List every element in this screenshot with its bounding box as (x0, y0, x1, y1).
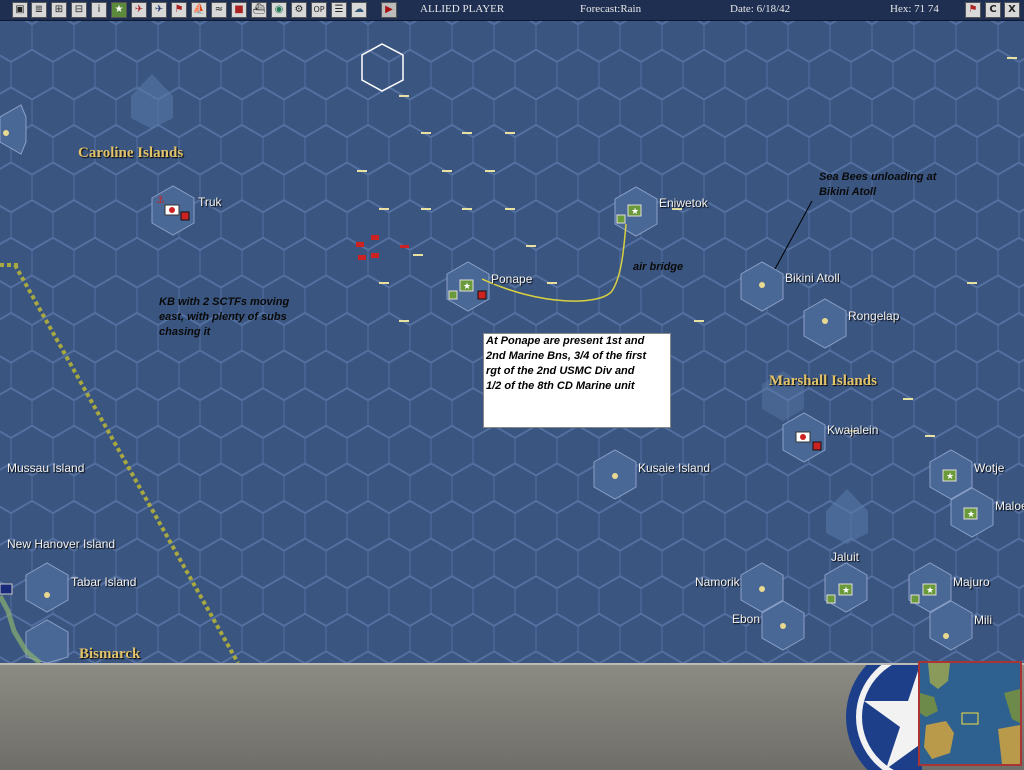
island-marker (759, 282, 765, 288)
island-marker (759, 586, 765, 592)
air-bridge-route (481, 223, 627, 302)
strategic-map[interactable]: ⚓ ★ ★ ★ ★ ★ ★ Caroline Islands Marshall … (0, 21, 1024, 663)
end-turn-icon[interactable]: ▶ (381, 2, 397, 18)
op-icon[interactable]: OP (311, 2, 327, 18)
base-label-truk[interactable]: Truk (198, 195, 222, 209)
base-label-kwajalein[interactable]: Kwajalein (827, 423, 878, 437)
c-icon[interactable]: C (985, 2, 1001, 18)
theater-minimap[interactable] (918, 661, 1022, 766)
svg-text:★: ★ (842, 586, 850, 596)
base-label-tabar[interactable]: Tabar Island (71, 575, 136, 589)
svg-text:★: ★ (967, 510, 975, 520)
base-label-majuro[interactable]: Majuro (953, 575, 990, 589)
base-hex-west (0, 104, 27, 155)
list-icon[interactable]: ☰ (331, 2, 347, 18)
seabees-note: Sea Bees unloading at Bikini Atoll (819, 170, 936, 200)
region-label-caroline: Caroline Islands (78, 145, 184, 161)
base-label-eniwetok[interactable]: Eniwetok (659, 196, 708, 210)
japanese-ship-marker (400, 245, 409, 248)
base-label-bikini[interactable]: Bikini Atoll (785, 271, 840, 285)
base-label-mili[interactable]: Mili (974, 613, 992, 627)
base-label-maloelap[interactable]: Maloe (995, 499, 1024, 513)
svg-text:⚓: ⚓ (156, 195, 165, 206)
cloud-icon[interactable]: ☁ (351, 2, 367, 18)
island-marker (44, 592, 50, 598)
report-icon[interactable]: ≣ (31, 2, 47, 18)
menu-icon[interactable]: ▣ (12, 2, 28, 18)
player-label: ALLIED PLAYER (420, 3, 505, 15)
air-icon[interactable]: ⊞ (51, 2, 67, 18)
note-line: KB with 2 SCTFs moving (159, 296, 290, 308)
japanese-ship-marker (356, 242, 364, 247)
base-label-ebon[interactable]: Ebon (732, 612, 760, 626)
sub-icon[interactable]: ≈ (211, 2, 227, 18)
forecast-label: Forecast:Rain (580, 3, 642, 15)
date-label: Date: 6/18/42 (730, 3, 791, 15)
seabees-pointer-line (774, 200, 813, 270)
close-label: X (1008, 4, 1016, 15)
note-line: chasing it (159, 326, 211, 338)
convoy-icon[interactable]: ⛴ (251, 2, 267, 18)
landing-icon[interactable]: ⛵ (191, 2, 207, 18)
plane-icon[interactable]: ✈ (131, 2, 147, 18)
note-line: Bikini Atoll (819, 186, 877, 198)
base-hex-tabar (25, 562, 69, 613)
atoll-hex (826, 489, 868, 544)
fighter-icon[interactable]: ✈ (151, 2, 167, 18)
japanese-ship-marker (358, 255, 366, 260)
atoll-hex (131, 74, 173, 129)
flag-icon[interactable]: ⚑ (965, 2, 981, 18)
allied-base-wotje: ★ (942, 469, 957, 482)
info-line: 1/2 of the 8th CD Marine unit (486, 380, 635, 392)
hex-coordinate-label: Hex: 71 74 (890, 3, 939, 15)
supply-icon[interactable]: ■ (231, 2, 247, 18)
note-line: Sea Bees unloading at (819, 171, 937, 183)
ship-icon[interactable]: ⊟ (71, 2, 87, 18)
region-label-marshall: Marshall Islands (769, 373, 877, 389)
svg-text:★: ★ (926, 586, 934, 596)
base-label-rongelap[interactable]: Rongelap (848, 309, 899, 323)
close-icon[interactable]: X (1004, 2, 1020, 18)
allied-star-emblem-icon (846, 665, 922, 770)
base-label-ponape[interactable]: Ponape (491, 272, 532, 286)
base-label-new-hanover[interactable]: New Hanover Island (7, 537, 115, 551)
info-icon[interactable]: i (91, 2, 107, 18)
ponape-info-box: At Ponape are present 1st and 2nd Marine… (483, 333, 671, 428)
info-line: At Ponape are present 1st and (486, 335, 645, 347)
svg-text:★: ★ (463, 282, 471, 292)
bottom-info-panel (0, 663, 1024, 770)
island-marker (612, 473, 618, 479)
note-line: east, with plenty of subs (159, 311, 287, 323)
c-label: C (989, 4, 997, 15)
selected-hex-outline (361, 43, 404, 92)
top-toolbar: ▣ ≣ ⊞ ⊟ i ★ ✈ ✈ ⚑ ⛵ ≈ ■ ⛴ ◉ ⚙ OP ☰ ☁ ▶ A… (0, 0, 1024, 21)
island-marker (780, 623, 786, 629)
flag-icon[interactable]: ⚑ (171, 2, 187, 18)
base-label-wotje[interactable]: Wotje (974, 461, 1004, 475)
japanese-ship-marker (371, 235, 379, 240)
base-label-namorik[interactable]: Namorik (695, 575, 740, 589)
svg-text:★: ★ (631, 207, 639, 217)
japanese-ship-marker (371, 253, 379, 258)
svg-text:★: ★ (946, 472, 954, 482)
base-label-mussau[interactable]: Mussau Island (7, 461, 84, 475)
base-label-jaluit[interactable]: Jaluit (831, 550, 859, 564)
air-bridge-note: air bridge (633, 261, 684, 273)
ground-icon[interactable]: ★ (111, 2, 127, 18)
allied-flag-marker (0, 583, 13, 595)
globe-icon[interactable]: ◉ (271, 2, 287, 18)
info-line: rgt of the 2nd USMC Div and (486, 365, 635, 377)
island-marker (822, 318, 828, 324)
region-label-bismarck: Bismarck (79, 646, 141, 662)
info-line: 2nd Marine Bns, 3/4 of the first (486, 350, 647, 362)
settings-icon[interactable]: ⚙ (291, 2, 307, 18)
base-label-kusaie[interactable]: Kusaie Island (638, 461, 710, 475)
op-label: OP (313, 5, 325, 14)
allied-base-maloelap: ★ (963, 507, 978, 520)
kb-fleet-note: KB with 2 SCTFs moving east, with plenty… (159, 295, 289, 340)
island-marker (3, 130, 9, 136)
minimap-canvas (920, 663, 1020, 764)
island-marker (943, 633, 949, 639)
